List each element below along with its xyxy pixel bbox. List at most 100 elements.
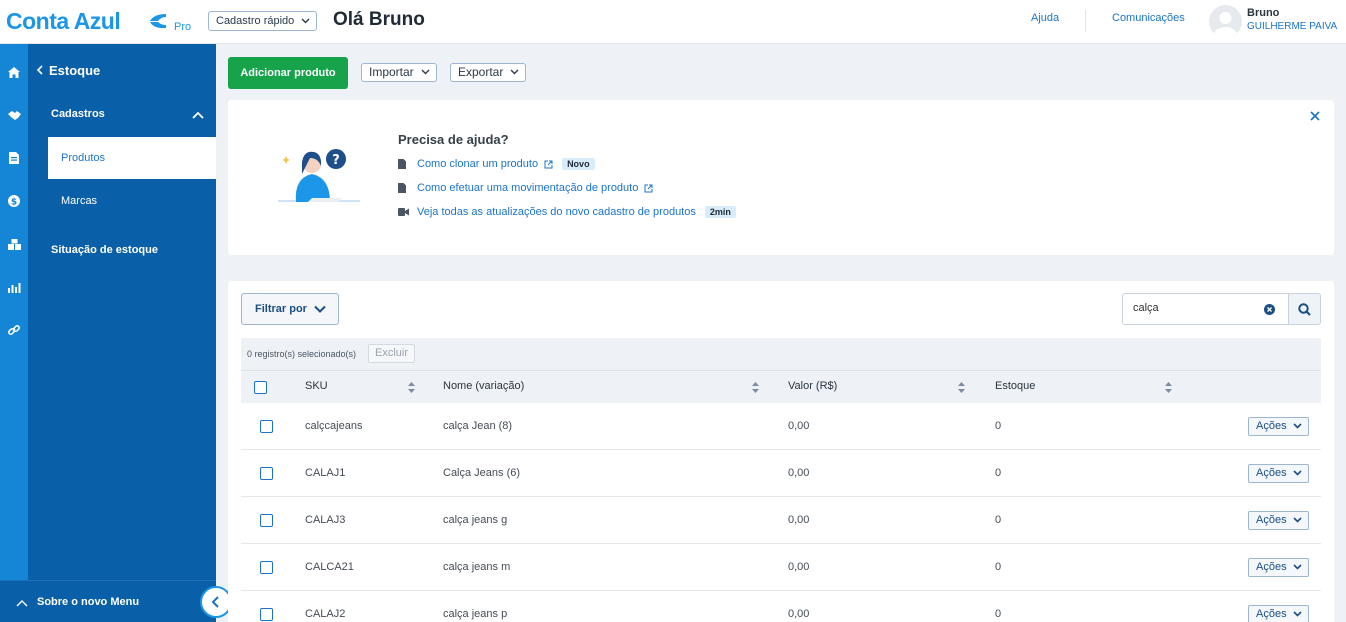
import-dropdown[interactable]: Importar — [361, 63, 437, 82]
sort-icon[interactable] — [408, 382, 415, 393]
export-dropdown[interactable]: Exportar — [450, 63, 527, 82]
cell-value: 0,00 — [788, 514, 810, 526]
chevron-down-icon — [421, 69, 430, 75]
row-actions-dropdown[interactable]: Ações — [1248, 417, 1309, 436]
clear-search-icon[interactable] — [1264, 304, 1275, 315]
cell-name: calça jeans p — [443, 608, 508, 620]
filter-label: Filtrar por — [255, 303, 307, 315]
quick-register-dropdown[interactable]: Cadastro rápido — [208, 11, 318, 31]
back-to-stock[interactable]: Estoque — [36, 63, 100, 78]
logo[interactable]: Conta Azul — [6, 8, 121, 35]
quick-register-label: Cadastro rápido — [216, 15, 295, 27]
column-header-sku[interactable]: SKU — [305, 380, 328, 392]
chevron-down-icon — [301, 18, 310, 24]
help-link[interactable]: Ajuda — [1031, 12, 1059, 24]
row-actions-dropdown[interactable]: Ações — [1248, 464, 1309, 483]
external-link-icon — [544, 160, 553, 168]
help-card: ? Precisa de ajuda? Como clonar um produ… — [228, 100, 1334, 255]
row-actions-dropdown[interactable]: Ações — [1248, 605, 1309, 622]
new-badge: Novo — [562, 158, 595, 170]
cell-name: calça jeans m — [443, 561, 511, 573]
user-avatar-icon — [1213, 12, 1238, 38]
cell-stock: 0 — [995, 561, 1002, 573]
selection-bar: 0 registro(s) selecionado(s) Excluir — [241, 338, 1321, 370]
page-greeting: Olá Bruno — [333, 9, 425, 30]
divider — [1085, 10, 1086, 32]
logo-mark-icon — [150, 14, 166, 29]
about-new-menu-label: Sobre o novo Menu — [37, 596, 140, 608]
row-actions-dropdown[interactable]: Ações — [1248, 511, 1309, 530]
home-icon[interactable] — [3, 62, 25, 82]
integrations-icon[interactable] — [3, 320, 25, 340]
column-header-stock[interactable]: Estoque — [995, 380, 1035, 392]
select-all-checkbox[interactable] — [254, 381, 267, 394]
filter-by-button[interactable]: Filtrar por — [241, 293, 339, 325]
cell-name: calça jeans g — [443, 514, 508, 526]
sort-icon[interactable] — [1165, 382, 1172, 393]
search-button[interactable] — [1288, 293, 1321, 325]
money-icon[interactable]: $ — [3, 191, 25, 211]
selection-count: 0 registro(s) selecionado(s) — [247, 349, 357, 359]
sidebar-item-stock-status[interactable]: Situação de estoque — [51, 244, 158, 256]
cell-sku: CALAJ1 — [305, 467, 346, 479]
row-checkbox[interactable] — [260, 561, 273, 574]
logo-plan: Pro — [174, 21, 192, 33]
row-checkbox[interactable] — [260, 608, 273, 621]
chevron-down-icon — [1293, 470, 1302, 476]
svg-text:$: $ — [11, 198, 17, 208]
communications-link[interactable]: Comunicações — [1112, 12, 1185, 24]
duration-badge: 2min — [704, 206, 736, 218]
handshake-icon[interactable] — [3, 105, 25, 125]
cell-value: 0,00 — [788, 420, 810, 432]
row-checkbox[interactable] — [260, 514, 273, 527]
delete-button[interactable]: Excluir — [368, 344, 416, 363]
cell-sku: CALAJ2 — [305, 608, 346, 620]
add-product-button[interactable]: Adicionar produto — [228, 57, 348, 89]
sidebar-item-marcas[interactable]: Marcas — [48, 180, 216, 222]
row-checkbox[interactable] — [260, 467, 273, 480]
cell-value: 0,00 — [788, 608, 810, 620]
chevron-down-icon — [1293, 517, 1302, 523]
document-icon — [398, 183, 406, 193]
search-input[interactable] — [1133, 302, 1253, 314]
table-row: calçcajeans calça Jean (8) 0,00 0 Ações — [241, 403, 1321, 450]
row-actions-dropdown[interactable]: Ações — [1248, 558, 1309, 577]
row-checkbox[interactable] — [260, 420, 273, 433]
about-new-menu[interactable]: Sobre o novo Menu — [0, 580, 216, 622]
chevron-left-icon — [36, 65, 43, 75]
close-icon[interactable] — [1308, 109, 1322, 123]
sort-icon[interactable] — [752, 382, 759, 393]
sort-icon[interactable] — [958, 382, 965, 393]
sidebar-item-produtos[interactable]: Produtos — [48, 137, 216, 179]
search-field[interactable] — [1122, 293, 1289, 325]
back-label: Estoque — [49, 63, 101, 78]
help-link-updates-video[interactable]: Veja todas as atualizações do novo cadas… — [398, 206, 736, 218]
chevron-up-icon[interactable] — [192, 111, 204, 119]
cell-value: 0,00 — [788, 467, 810, 479]
avatar[interactable] — [1209, 5, 1242, 38]
user-last-name[interactable]: GUILHERME PAIVA — [1247, 21, 1337, 32]
column-header-name[interactable]: Nome (variação) — [443, 380, 524, 392]
chevron-left-icon — [211, 596, 219, 608]
column-header-value[interactable]: Valor (R$) — [788, 380, 837, 392]
chevron-down-icon — [314, 305, 326, 313]
help-link-text: Veja todas as atualizações do novo cadas… — [417, 206, 696, 218]
row-actions-label: Ações — [1256, 467, 1287, 479]
icon-rail: $ — [0, 44, 28, 622]
help-link-product-movement[interactable]: Como efetuar uma movimentação de produto — [398, 182, 653, 194]
user-first-name[interactable]: Bruno — [1247, 7, 1279, 19]
cell-sku: CALCA21 — [305, 561, 354, 573]
cell-stock: 0 — [995, 467, 1002, 479]
row-actions-label: Ações — [1256, 561, 1287, 573]
help-link-clone-product[interactable]: Como clonar um produto Novo — [398, 158, 595, 170]
inventory-icon[interactable] — [3, 234, 25, 254]
menu-group-cadastros[interactable]: Cadastros — [51, 108, 105, 120]
table-row: CALAJ2 calça jeans p 0,00 0 Ações — [241, 591, 1321, 622]
cell-sku: calçcajeans — [305, 420, 363, 432]
row-actions-label: Ações — [1256, 514, 1287, 526]
reports-icon[interactable] — [3, 277, 25, 297]
document-icon[interactable] — [3, 148, 25, 168]
table-row: CALAJ3 calça jeans g 0,00 0 Ações — [241, 497, 1321, 544]
chevron-down-icon — [1293, 611, 1302, 617]
top-bar: Conta Azul Pro Cadastro rápido Olá Bruno… — [0, 0, 1346, 44]
